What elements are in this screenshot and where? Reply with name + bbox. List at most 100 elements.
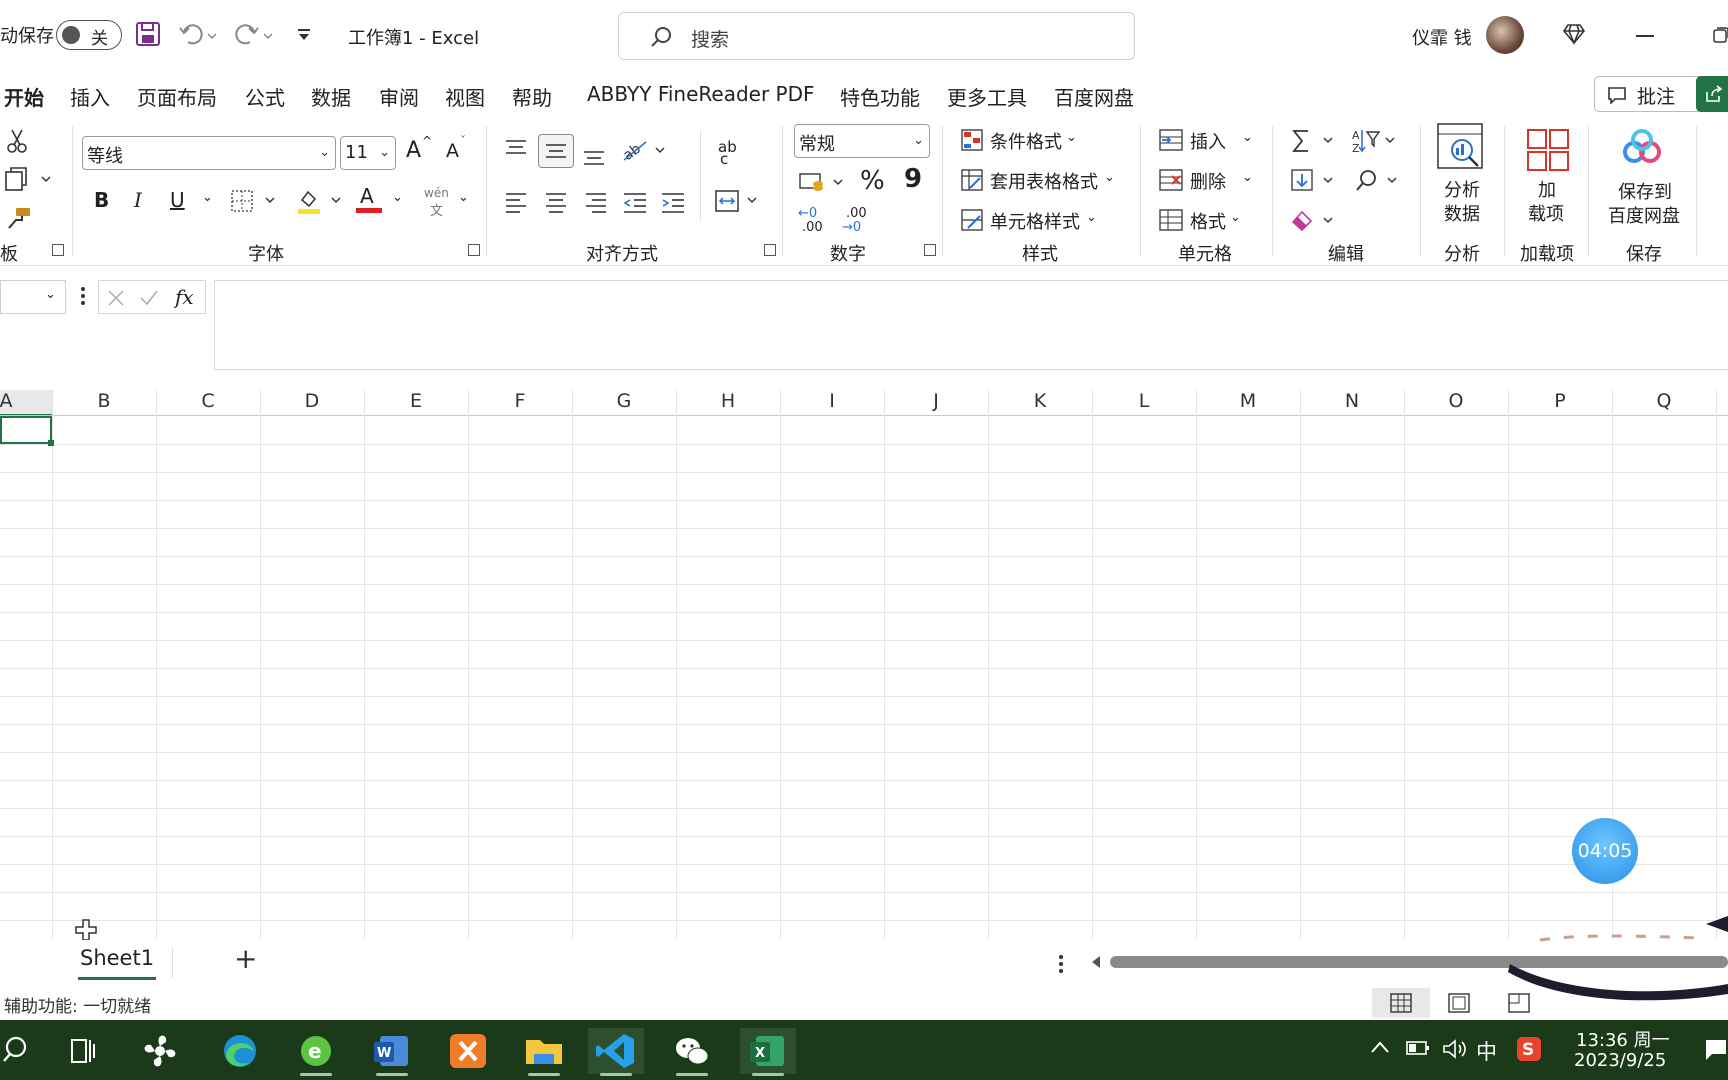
add-sheet-button[interactable]: + <box>234 942 257 975</box>
align-center-icon[interactable] <box>544 190 568 214</box>
column-header[interactable]: N <box>1300 390 1404 416</box>
font-size-select[interactable]: 11 ⌄ <box>340 136 396 170</box>
chevron-down-icon[interactable]: ⌄ <box>1242 130 1253 145</box>
tab-help[interactable]: 帮助 <box>512 82 552 111</box>
premium-diamond-icon[interactable] <box>1562 22 1586 46</box>
italic-button[interactable]: I <box>134 188 142 212</box>
chevron-down-icon[interactable]: ⌄ <box>1086 210 1097 225</box>
sogou-input-icon[interactable]: S <box>1516 1036 1542 1062</box>
chevron-down-icon[interactable]: ⌄ <box>1230 210 1241 225</box>
minimize-icon[interactable] <box>1636 35 1654 37</box>
column-header[interactable]: A <box>0 390 32 416</box>
font-launcher-icon[interactable] <box>468 244 480 256</box>
column-header[interactable]: F <box>468 390 572 416</box>
accessibility-status[interactable]: 辅助功能: 一切就绪 <box>4 992 151 1017</box>
notification-icon[interactable] <box>1704 1038 1728 1062</box>
save-baidu-label-1[interactable]: 保存到 <box>1618 178 1672 204</box>
name-box[interactable]: ⌄ <box>0 280 66 314</box>
sort-filter-icon[interactable]: AZ <box>1352 128 1398 154</box>
tab-home[interactable]: 开始 <box>4 82 44 119</box>
recording-timer[interactable]: 04:05 <box>1572 818 1638 884</box>
scroll-left-icon[interactable] <box>1090 954 1102 970</box>
tab-insert[interactable]: 插入 <box>70 82 110 111</box>
wechat-icon[interactable] <box>664 1028 720 1076</box>
borders-icon[interactable] <box>230 188 278 214</box>
tab-review[interactable]: 审阅 <box>379 82 419 111</box>
addins-label-2[interactable]: 载项 <box>1528 200 1564 226</box>
volume-icon[interactable] <box>1442 1038 1468 1060</box>
insert-cells-icon[interactable] <box>1158 128 1184 152</box>
user-name[interactable]: 仪霏 钱 <box>1412 24 1472 50</box>
conditional-formatting-icon[interactable] <box>960 128 984 152</box>
comma-style-button[interactable]: 9 <box>904 164 922 194</box>
align-left-icon[interactable] <box>504 190 528 214</box>
share-button[interactable] <box>1696 76 1728 112</box>
align-right-icon[interactable] <box>584 190 608 214</box>
chevron-down-icon[interactable]: ⌄ <box>1066 130 1077 145</box>
search-box[interactable]: 搜索 <box>618 12 1135 60</box>
tab-page-layout[interactable]: 页面布局 <box>137 82 217 111</box>
task-view-icon[interactable] <box>56 1028 112 1074</box>
find-select-icon[interactable] <box>1354 168 1400 194</box>
fill-handle[interactable] <box>48 440 54 446</box>
more-sheets-icon[interactable] <box>1058 954 1064 974</box>
cell-styles-icon[interactable] <box>960 208 984 232</box>
worksheet-grid[interactable]: ABCDEFGHIJKLMNOPQ <box>0 390 1728 940</box>
merge-center-icon[interactable] <box>714 188 762 214</box>
orientation-icon[interactable]: ab <box>620 136 668 164</box>
tab-view[interactable]: 视图 <box>445 82 485 111</box>
analyze-data-icon[interactable] <box>1436 122 1488 172</box>
column-header[interactable]: C <box>156 390 260 416</box>
edge-browser-icon[interactable] <box>212 1028 268 1074</box>
clipboard-launcher-icon[interactable] <box>52 244 64 256</box>
addins-icon[interactable] <box>1526 128 1570 172</box>
file-explorer-icon[interactable] <box>516 1028 572 1076</box>
underline-button[interactable]: U <box>170 188 185 212</box>
excel-icon[interactable]: X <box>740 1028 796 1076</box>
copy-icon[interactable] <box>4 166 50 192</box>
column-header[interactable]: O <box>1404 390 1508 416</box>
phonetic-top[interactable]: wén <box>424 186 449 200</box>
vscode-icon[interactable] <box>588 1028 644 1076</box>
more-options-icon[interactable] <box>80 286 86 306</box>
cut-icon[interactable] <box>6 128 28 154</box>
search-icon[interactable] <box>2 1034 32 1064</box>
tab-abbyy[interactable]: ABBYY FineReader PDF <box>587 82 815 106</box>
autosave-toggle[interactable]: 关 <box>56 20 122 50</box>
autosum-icon[interactable] <box>1290 128 1336 154</box>
column-header[interactable]: E <box>364 390 468 416</box>
accounting-format-icon[interactable] <box>798 170 848 198</box>
undo-icon[interactable] <box>178 22 218 48</box>
save-icon[interactable] <box>134 20 162 48</box>
bold-button[interactable]: B <box>94 188 109 212</box>
show-hidden-icons-chevron-icon[interactable] <box>1370 1040 1390 1054</box>
word-icon[interactable]: W <box>364 1028 420 1076</box>
decrease-indent-icon[interactable] <box>622 190 648 214</box>
tab-data[interactable]: 数据 <box>311 82 351 111</box>
decrease-font-icon[interactable]: A <box>446 140 459 162</box>
chevron-down-icon[interactable]: ⌄ <box>1242 170 1253 185</box>
format-painter-icon[interactable] <box>6 206 32 232</box>
alignment-launcher-icon[interactable] <box>764 244 776 256</box>
clear-icon[interactable] <box>1290 208 1336 234</box>
column-header[interactable]: K <box>988 390 1092 416</box>
ime-indicator[interactable]: 中 <box>1476 1036 1497 1066</box>
analyze-data-label-1[interactable]: 分析 <box>1444 176 1480 202</box>
chevron-down-icon[interactable]: ⌄ <box>458 190 469 205</box>
font-name-select[interactable]: 等线 ⌄ <box>82 136 336 170</box>
font-color-icon[interactable]: A <box>360 184 374 208</box>
tab-more-tools[interactable]: 更多工具 <box>947 82 1027 111</box>
format-as-table-icon[interactable] <box>960 168 984 192</box>
column-header[interactable]: I <box>780 390 884 416</box>
fan-app-icon[interactable] <box>132 1028 188 1074</box>
clock-time[interactable]: 13:36 周一 <box>1576 1026 1670 1052</box>
fill-icon[interactable] <box>1290 168 1336 194</box>
align-top-icon[interactable] <box>504 138 528 162</box>
tab-baidu-netdisk[interactable]: 百度网盘 <box>1054 82 1134 111</box>
percent-style-button[interactable]: % <box>860 166 885 196</box>
column-header[interactable]: Q <box>1612 390 1716 416</box>
page-layout-view-icon[interactable] <box>1448 993 1470 1013</box>
conditional-formatting-button[interactable]: 条件格式 <box>990 128 1062 154</box>
column-header[interactable]: H <box>676 390 780 416</box>
analyze-data-label-2[interactable]: 数据 <box>1444 200 1480 226</box>
